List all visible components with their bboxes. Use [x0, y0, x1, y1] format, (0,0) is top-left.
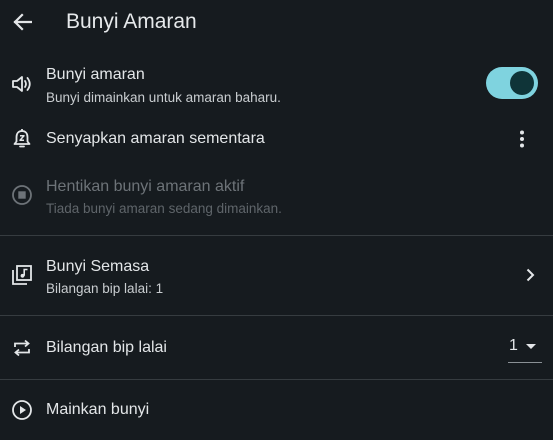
page-title: Bunyi Amaran	[66, 10, 197, 33]
arrow-back-icon	[12, 13, 32, 31]
setting-subtitle: Bunyi dimainkan untuk amaran baharu.	[46, 90, 281, 105]
setting-play-sound[interactable]: Mainkan bunyi	[0, 390, 553, 432]
setting-alert-sound[interactable]: Bunyi amaran Bunyi dimainkan untuk amara…	[0, 56, 553, 116]
setting-default-beep-count[interactable]: Bilangan bip lalai	[0, 328, 553, 370]
divider	[0, 379, 553, 380]
setting-title: Mainkan bunyi	[46, 401, 150, 418]
setting-stop-active-alert: Hentikan bunyi amaran aktif Tiada bunyi …	[0, 168, 553, 228]
music-library-icon	[11, 264, 33, 286]
stop-circle-icon	[11, 184, 33, 206]
setting-snooze-alerts[interactable]: Senyapkan amaran sementara	[0, 118, 553, 160]
setting-title: Bunyi amaran	[46, 66, 145, 83]
setting-current-sound[interactable]: Bunyi Semasa Bilangan bip lalai: 1	[0, 248, 553, 308]
back-button[interactable]	[6, 6, 38, 38]
toggle-thumb	[510, 71, 534, 95]
overflow-menu-button[interactable]	[507, 125, 537, 153]
beep-count-dropdown[interactable]: 1	[508, 334, 542, 364]
setting-title: Bilangan bip lalai	[46, 339, 167, 356]
divider	[0, 235, 553, 236]
setting-subtitle: Bilangan bip lalai: 1	[46, 281, 164, 296]
alarm-snooze-icon	[11, 128, 33, 150]
more-vert-icon	[519, 130, 525, 148]
dropdown-value: 1	[509, 337, 518, 354]
setting-title: Hentikan bunyi amaran aktif	[46, 178, 245, 195]
play-circle-icon	[11, 399, 33, 421]
dropdown-underline	[508, 362, 542, 363]
volume-icon	[11, 73, 33, 95]
setting-title: Bunyi Semasa	[46, 258, 150, 275]
setting-title: Senyapkan amaran sementara	[46, 130, 265, 147]
alert-sound-toggle[interactable]	[486, 67, 538, 99]
repeat-icon	[11, 337, 33, 359]
chevron-right-icon	[518, 263, 542, 287]
setting-subtitle: Tiada bunyi amaran sedang dimainkan.	[46, 201, 282, 216]
dropdown-arrow-icon	[525, 343, 537, 350]
app-bar: Bunyi Amaran	[0, 0, 553, 46]
divider	[0, 315, 553, 316]
